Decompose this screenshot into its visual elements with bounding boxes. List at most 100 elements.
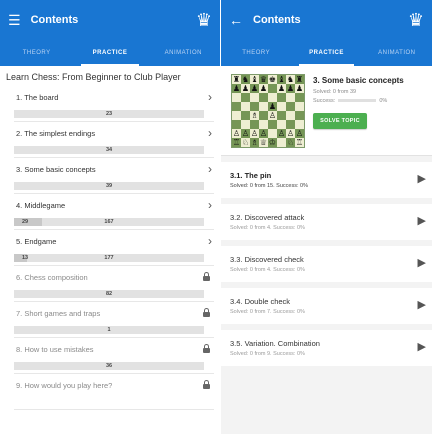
board-square: ♙ — [250, 128, 259, 138]
chapter-task-count: 23 — [105, 111, 113, 117]
lock-icon — [203, 344, 210, 353]
chapter-title: 4. Middlegame — [16, 201, 66, 210]
subtopic-stats: Solved: 0 from 4. Success: 0% — [230, 225, 305, 231]
chapter-task-count: 167 — [104, 219, 114, 225]
tab-theory[interactable]: THEORY — [0, 40, 73, 66]
play-icon[interactable]: ▶ — [418, 298, 426, 311]
chapter-progress-bar: 13 177 — [14, 254, 204, 262]
board-square: ♘ — [286, 137, 295, 147]
chapter-progress-bar: 23 — [14, 110, 204, 118]
lock-icon — [203, 380, 210, 389]
chapter-item[interactable]: 3. Some basic concepts › 39 — [14, 158, 214, 194]
board-square — [268, 120, 277, 129]
tab-practice[interactable]: PRACTICE — [73, 40, 146, 66]
topic-success: Success: 0% — [313, 98, 387, 104]
menu-icon[interactable]: ☰ — [8, 12, 21, 29]
app-bar-title: Contents — [30, 14, 79, 26]
board-square — [286, 102, 295, 111]
topic-success-bar — [338, 99, 377, 103]
board-square: ♟ — [241, 83, 250, 93]
chapter-item[interactable]: 2. The simplest endings › 34 — [14, 122, 214, 158]
board-square: ♟ — [250, 83, 259, 93]
solve-topic-button[interactable]: SOLVE TOPIC — [313, 113, 367, 129]
chapter-task-count: 39 — [105, 183, 113, 189]
practice-chapters-screen: ☰ Contents ♛ THEORY PRACTICE ANIMATION L… — [0, 0, 220, 434]
chapter-item[interactable]: 1. The board › 23 — [14, 86, 214, 122]
subtopic-stats: Solved: 0 from 9. Success: 0% — [230, 351, 305, 357]
subtopic-stats: Solved: 0 from 15. Success: 0% — [230, 183, 308, 189]
chapter-progress-bar: 1 — [14, 326, 204, 334]
board-square — [277, 93, 286, 102]
board-square — [259, 93, 268, 102]
play-icon[interactable]: ▶ — [418, 256, 426, 269]
board-square: ♟ — [295, 83, 304, 93]
chapter-list: 1. The board › 23 2. The simplest endings › 3… — [0, 86, 220, 410]
play-icon[interactable]: ▶ — [418, 172, 426, 185]
chapter-title: 5. Endgame — [16, 237, 57, 246]
board-square: ♖ — [295, 137, 304, 147]
topic-success-value: 0% — [379, 98, 388, 104]
app-bar: ← Contents ♛ — [221, 0, 432, 40]
play-icon[interactable]: ▶ — [418, 214, 426, 227]
play-icon[interactable]: ▶ — [418, 340, 426, 353]
tab-animation[interactable]: ANIMATION — [147, 40, 220, 66]
subtopic-item[interactable]: 3.3. Discovered check Solved: 0 from 4. S… — [221, 246, 432, 282]
subtopic-title: 3.4. Double check — [230, 297, 291, 306]
subtopic-item[interactable]: 3.2. Discovered attack Solved: 0 from 4. … — [221, 204, 432, 240]
board-square — [286, 93, 295, 102]
chapter-task-count: 177 — [104, 255, 114, 261]
board-square — [295, 120, 304, 129]
board-square — [232, 120, 241, 129]
topic-success-label: Success: — [313, 98, 336, 104]
board-square: ♗ — [250, 110, 259, 120]
app-bar: ☰ Contents ♛ — [0, 0, 220, 40]
board-square — [277, 138, 286, 147]
board-square: ♟ — [277, 83, 286, 93]
board-square: ♙ — [259, 128, 268, 138]
board-square — [259, 120, 268, 129]
lock-icon — [203, 272, 210, 281]
chapter-item[interactable]: 4. Middlegame › 29 167 — [14, 194, 214, 230]
chapter-progress-bar: 82 — [14, 290, 204, 298]
chapter-item[interactable]: 6. Chess composition 82 — [14, 266, 214, 302]
board-square: ♝ — [250, 74, 259, 84]
chapter-progress-bar: 39 — [14, 182, 204, 190]
topic-solved-count: Solved: 0 from 39 — [313, 89, 357, 95]
subtopic-stats: Solved: 0 from 7. Success: 0% — [230, 309, 305, 315]
chevron-right-icon: › — [208, 234, 212, 248]
board-square — [295, 111, 304, 120]
board-square — [259, 102, 268, 111]
chapter-progress-bar: 36 — [14, 362, 204, 370]
board-square: ♘ — [241, 137, 250, 147]
board-square — [295, 93, 304, 102]
board-square — [277, 102, 286, 111]
board-square — [232, 102, 241, 111]
chapter-title: 1. The board — [16, 93, 59, 102]
tab-theory[interactable]: THEORY — [221, 40, 291, 66]
chess-logo-icon: ♛ — [407, 10, 424, 30]
back-arrow-icon[interactable]: ← — [229, 12, 243, 28]
chapter-progress-bar: 34 — [14, 146, 204, 154]
subtopic-list: 3.1. The pin Solved: 0 from 15. Success: … — [221, 162, 432, 366]
board-square: ♗ — [250, 137, 259, 147]
board-square — [286, 120, 295, 129]
subtopic-item[interactable]: 3.4. Double check Solved: 0 from 7. Succe… — [221, 288, 432, 324]
topic-title: 3. Some basic concepts — [313, 76, 404, 85]
course-title: Learn Chess: From Beginner to Club Playe… — [6, 72, 181, 82]
board-square: ♟ — [232, 83, 241, 93]
tab-animation[interactable]: ANIMATION — [362, 40, 432, 66]
board-square: ♙ — [295, 128, 304, 138]
chapter-item[interactable]: 9. How would you play here? — [14, 374, 214, 410]
chapter-item[interactable]: 7. Short games and traps 1 — [14, 302, 214, 338]
chapter-item[interactable]: 8. How to use mistakes 36 — [14, 338, 214, 374]
board-square: ♜ — [232, 74, 241, 84]
chapter-item[interactable]: 5. Endgame › 13 177 — [14, 230, 214, 266]
chess-logo-icon: ♛ — [195, 10, 212, 30]
board-square — [268, 93, 277, 102]
tab-practice[interactable]: PRACTICE — [291, 40, 361, 66]
subtopic-title: 3.3. Discovered check — [230, 255, 304, 264]
board-square — [232, 111, 241, 120]
subtopic-item[interactable]: 3.5. Variation. Combination Solved: 0 fro… — [221, 330, 432, 366]
subtopic-item[interactable]: 3.1. The pin Solved: 0 from 15. Success: … — [221, 162, 432, 198]
subtopic-title: 3.5. Variation. Combination — [230, 339, 320, 348]
